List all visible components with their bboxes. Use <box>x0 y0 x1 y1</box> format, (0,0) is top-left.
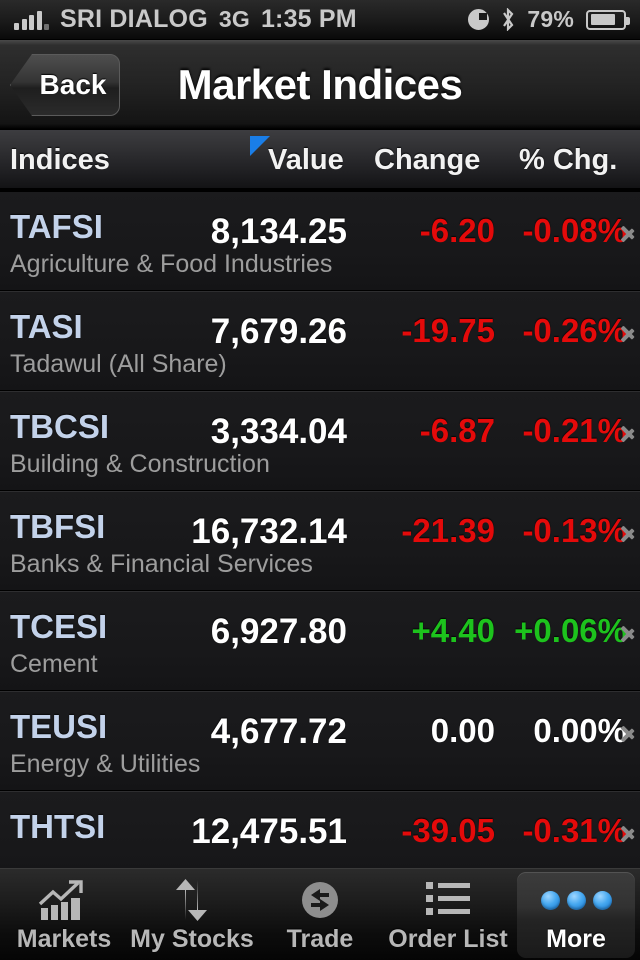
table-row[interactable]: TBCSI Building & Construction 3,334.04 -6.8… <box>0 392 640 492</box>
chevron-right-icon <box>620 818 638 846</box>
index-symbol: TCESI <box>10 608 108 645</box>
tab-label: More <box>546 925 606 953</box>
index-symbol: TAFSI <box>10 208 103 245</box>
index-value: 3,334.04 <box>210 412 347 451</box>
index-pct-change: -0.13% <box>522 512 627 549</box>
tab-markets[interactable]: Markets <box>0 869 128 960</box>
table-header: Indices Value Change % Chg. <box>0 130 640 190</box>
indices-list[interactable]: TAFSI Agriculture & Food Industries 8,134.… <box>0 192 640 868</box>
index-pct-change: -0.26% <box>522 312 627 349</box>
carrier-label: SRI DIALOG <box>60 5 208 33</box>
index-change: -39.05 <box>401 812 495 849</box>
back-button-label: Back <box>39 69 107 100</box>
tab-my-stocks[interactable]: My Stocks <box>128 869 256 960</box>
three-dots-icon <box>540 877 612 923</box>
tab-order-list[interactable]: Order List <box>384 869 512 960</box>
index-change: 0.00 <box>430 712 495 749</box>
signal-bars-icon <box>14 10 49 30</box>
tab-label: Order List <box>388 925 508 953</box>
status-bar-left: SRI DIALOG 3G 1:35 PM <box>14 5 357 34</box>
table-row[interactable]: TBFSI Banks & Financial Services 16,732.14… <box>0 492 640 592</box>
tab-trade[interactable]: Trade <box>256 869 384 960</box>
index-pct-change: 0.00% <box>533 712 627 749</box>
column-header-pct-change[interactable]: % Chg. <box>519 130 617 190</box>
status-bar-right: 79% <box>468 6 630 33</box>
battery-percent-label: 79% <box>527 6 574 32</box>
index-value: 4,677.72 <box>210 712 347 751</box>
index-pct-change: -0.31% <box>522 812 627 849</box>
navigation-bar: Back Market Indices <box>0 40 640 130</box>
index-change: -6.87 <box>419 412 495 449</box>
index-pct-change: -0.08% <box>522 212 627 249</box>
table-row[interactable]: TAFSI Agriculture & Food Industries 8,134.… <box>0 192 640 292</box>
chart-growth-icon <box>37 877 91 923</box>
tab-bar: Markets My Stocks Trade Order List More <box>0 868 640 960</box>
index-pct-change: -0.21% <box>522 412 627 449</box>
table-row[interactable]: TCESI Cement 6,927.80 +4.40 +0.06% <box>0 592 640 692</box>
index-symbol: THTSI <box>10 808 106 845</box>
index-value: 12,475.51 <box>191 812 347 851</box>
index-name: Tadawul (All Share) <box>10 350 227 378</box>
sort-triangle-icon <box>250 136 270 156</box>
index-value: 6,927.80 <box>210 612 347 651</box>
network-type-label: 3G <box>218 6 250 32</box>
table-row[interactable]: TEUSI Energy & Utilities 4,677.72 0.00 0.00% <box>0 692 640 792</box>
column-header-value[interactable]: Value <box>268 130 344 190</box>
column-header-change[interactable]: Change <box>374 130 480 190</box>
index-name: Agriculture & Food Industries <box>10 250 333 278</box>
status-bar: SRI DIALOG 3G 1:35 PM 79% <box>0 0 640 40</box>
index-symbol: TEUSI <box>10 708 108 745</box>
index-change: -19.75 <box>401 312 495 349</box>
tab-label: Trade <box>286 925 354 953</box>
clock-icon <box>468 9 490 30</box>
clock-label: 1:35 PM <box>260 5 357 33</box>
index-name: Cement <box>10 650 98 678</box>
battery-icon <box>586 9 630 30</box>
bluetooth-icon <box>501 8 515 31</box>
table-row[interactable]: TASI Tadawul (All Share) 7,679.26 -19.75 -0.… <box>0 292 640 392</box>
chevron-right-icon <box>620 718 638 746</box>
exchange-arrows-icon <box>298 877 342 923</box>
tab-label: My Stocks <box>130 925 254 953</box>
index-change: +4.40 <box>411 612 496 649</box>
index-value: 7,679.26 <box>210 312 347 351</box>
tab-more[interactable]: More <box>512 869 640 960</box>
chevron-right-icon <box>620 318 638 346</box>
index-pct-change: +0.06% <box>514 612 627 649</box>
chevron-right-icon <box>620 218 638 246</box>
chevron-right-icon <box>620 518 638 546</box>
index-value: 16,732.14 <box>191 512 347 551</box>
chevron-right-icon <box>620 418 638 446</box>
index-name: Energy & Utilities <box>10 750 201 778</box>
index-value: 8,134.25 <box>210 212 347 251</box>
chevron-right-icon <box>620 618 638 646</box>
index-symbol: TASI <box>10 308 83 345</box>
index-change: -21.39 <box>401 512 495 549</box>
index-name: Banks & Financial Services <box>10 550 313 578</box>
index-name: Building & Construction <box>10 450 270 478</box>
list-icon <box>426 877 470 923</box>
table-row[interactable]: THTSI 12,475.51 -39.05 -0.31% <box>0 792 640 868</box>
column-header-indices[interactable]: Indices <box>10 130 110 190</box>
index-symbol: TBCSI <box>10 408 109 445</box>
up-down-arrows-icon <box>172 877 212 923</box>
index-symbol: TBFSI <box>10 508 106 545</box>
index-change: -6.20 <box>419 212 495 249</box>
app-screen: SRI DIALOG 3G 1:35 PM 79% Back Market In… <box>0 0 640 960</box>
tab-label: Markets <box>16 925 112 953</box>
back-button[interactable]: Back <box>10 54 120 116</box>
